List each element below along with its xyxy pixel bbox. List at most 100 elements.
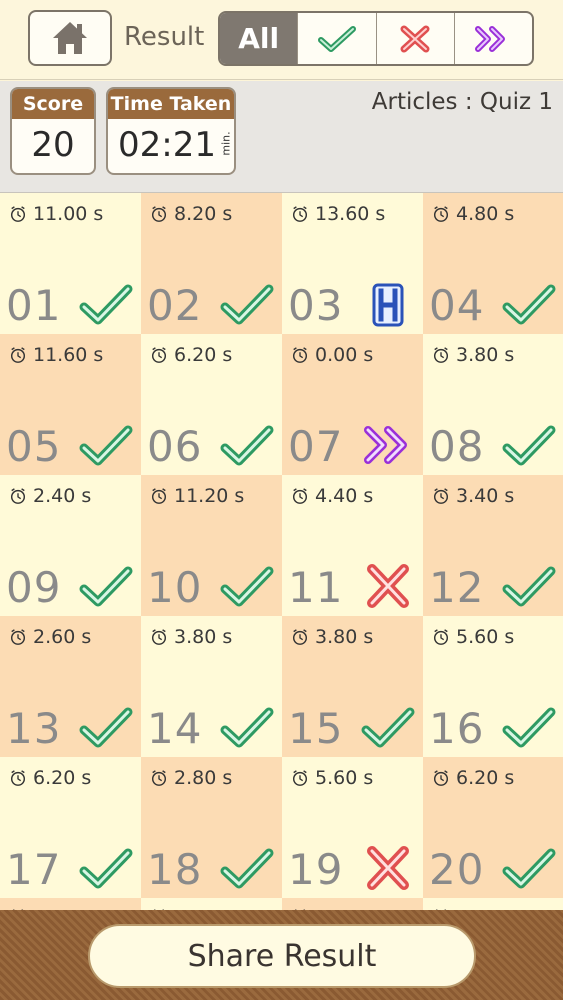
question-cell[interactable]: 6.20 s 20 — [423, 757, 563, 898]
question-time: 5.60 s — [432, 626, 514, 648]
question-time: 3.80 s — [291, 626, 373, 648]
top-bar: Result All — [0, 0, 563, 80]
question-time-value: 11.60 s — [33, 344, 104, 366]
alarm-clock-icon — [150, 205, 168, 223]
question-time-value: 13.60 s — [315, 203, 386, 225]
check-icon — [360, 704, 416, 750]
question-time-value: 6.20 s — [174, 344, 233, 366]
question-time: 6.20 s — [150, 344, 232, 366]
home-button[interactable] — [28, 10, 112, 66]
check-icon — [78, 704, 134, 750]
cross-icon — [360, 563, 416, 609]
alarm-clock-icon — [432, 487, 450, 505]
question-time-value: 3.80 s — [174, 626, 233, 648]
question-cell[interactable]: 3.80 s 15 — [282, 616, 423, 757]
question-cell[interactable]: 3.80 s 08 — [423, 334, 563, 475]
question-number: 08 — [429, 422, 485, 471]
question-time: 3.80 s — [150, 626, 232, 648]
check-icon — [219, 422, 275, 468]
check-icon — [78, 563, 134, 609]
question-grid: 11.00 s 01 8.20 s 02 13.60 s 03 4.80 s 04 11.60 … — [0, 193, 563, 910]
question-cell[interactable]: 6.20 s 06 — [141, 334, 282, 475]
result-header: Score 20 Time Taken 02:21 min. Articles … — [0, 81, 563, 193]
question-cell[interactable]: 3.40 s 12 — [423, 475, 563, 616]
question-time: 4.40 s — [291, 485, 373, 507]
question-number: 09 — [6, 563, 62, 612]
question-cell[interactable]: 11.00 s 01 — [0, 193, 141, 334]
share-result-button[interactable]: Share Result — [88, 924, 476, 988]
question-time-value: 4.40 s — [315, 485, 374, 507]
check-icon — [501, 422, 557, 468]
question-number: 10 — [147, 563, 203, 612]
filter-all-button[interactable]: All — [220, 13, 298, 64]
question-time: 4.80 s — [432, 203, 514, 225]
question-time-value: 5.60 s — [456, 626, 515, 648]
question-time-value: 4.80 s — [456, 203, 515, 225]
alarm-clock-icon — [9, 205, 27, 223]
quiz-title: Articles : Quiz 1 — [371, 89, 553, 115]
question-time-value: 3.80 s — [456, 344, 515, 366]
question-cell[interactable]: 2.40 s 09 — [0, 475, 141, 616]
question-time: 3.40 s — [432, 485, 514, 507]
check-icon — [78, 281, 134, 327]
question-cell[interactable] — [282, 898, 423, 910]
alarm-clock-icon — [432, 346, 450, 364]
question-number: 14 — [147, 704, 203, 753]
question-time: 2.80 s — [150, 767, 232, 789]
question-number: 07 — [288, 422, 344, 471]
alarm-clock-icon — [432, 628, 450, 646]
question-time: 11.60 s — [9, 344, 103, 366]
check-icon — [78, 845, 134, 891]
question-time: 0.00 s — [291, 344, 373, 366]
score-value: 20 — [31, 125, 75, 165]
score-label: Score — [12, 89, 94, 119]
check-icon — [501, 845, 557, 891]
filter-skipped-button[interactable] — [453, 13, 532, 64]
alarm-clock-icon — [150, 487, 168, 505]
question-cell[interactable]: 2.60 s 13 — [0, 616, 141, 757]
home-icon — [53, 22, 87, 54]
alarm-clock-icon — [9, 487, 27, 505]
filter-all-label: All — [238, 22, 280, 55]
question-time: 13.60 s — [291, 203, 385, 225]
hint-icon — [360, 281, 416, 327]
check-icon — [219, 563, 275, 609]
question-cell[interactable]: 8.20 s 02 — [141, 193, 282, 334]
question-cell[interactable]: 11.60 s 05 — [0, 334, 141, 475]
skip-icon — [360, 422, 416, 468]
result-label: Result — [124, 22, 205, 52]
question-time-value: 3.80 s — [315, 626, 374, 648]
question-number: 15 — [288, 704, 344, 753]
question-time-value: 5.60 s — [315, 767, 374, 789]
question-time: 6.20 s — [9, 767, 91, 789]
question-time: 2.60 s — [9, 626, 91, 648]
filter-correct-button[interactable] — [297, 13, 375, 64]
question-cell[interactable]: 0.00 s 07 — [282, 334, 423, 475]
alarm-clock-icon — [291, 769, 309, 787]
alarm-clock-icon — [291, 346, 309, 364]
question-number: 19 — [288, 845, 344, 894]
question-cell[interactable] — [423, 898, 563, 910]
question-number: 02 — [147, 281, 203, 330]
question-time-value: 6.20 s — [33, 767, 92, 789]
question-cell[interactable] — [141, 898, 282, 910]
question-number: 06 — [147, 422, 203, 471]
check-icon — [501, 281, 557, 327]
alarm-clock-icon — [432, 769, 450, 787]
question-cell[interactable]: 4.40 s 11 — [282, 475, 423, 616]
question-cell[interactable]: 6.20 s 17 — [0, 757, 141, 898]
question-cell[interactable] — [0, 898, 141, 910]
question-cell[interactable]: 5.60 s 19 — [282, 757, 423, 898]
skip-icon — [475, 25, 506, 52]
question-cell[interactable]: 13.60 s 03 — [282, 193, 423, 334]
question-cell[interactable]: 5.60 s 16 — [423, 616, 563, 757]
question-time-value: 0.00 s — [315, 344, 374, 366]
alarm-clock-icon — [432, 205, 450, 223]
alarm-clock-icon — [150, 769, 168, 787]
question-cell[interactable]: 3.80 s 14 — [141, 616, 282, 757]
question-cell[interactable]: 11.20 s 10 — [141, 475, 282, 616]
question-cell[interactable]: 2.80 s 18 — [141, 757, 282, 898]
question-cell[interactable]: 4.80 s 04 — [423, 193, 563, 334]
check-icon — [219, 281, 275, 327]
filter-wrong-button[interactable] — [375, 13, 454, 64]
